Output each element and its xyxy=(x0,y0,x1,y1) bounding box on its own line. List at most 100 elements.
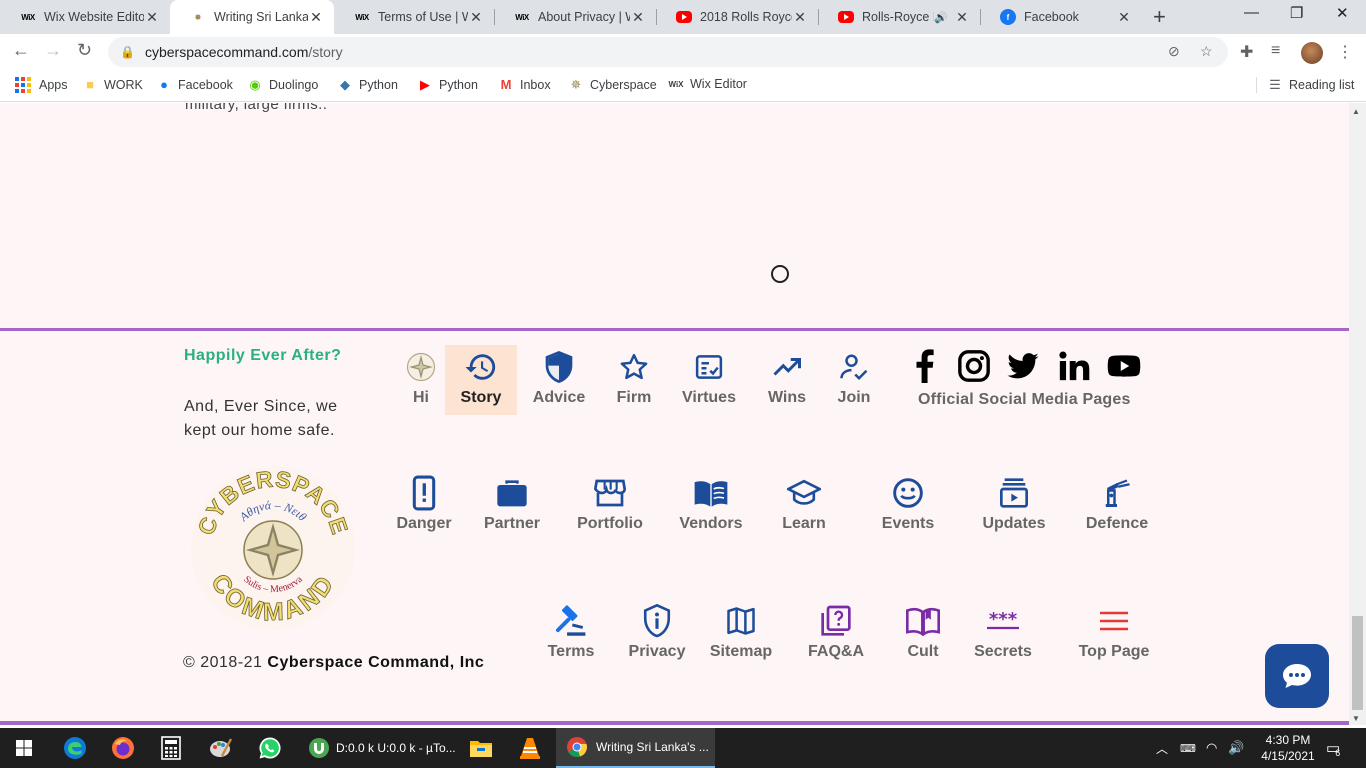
address-bar[interactable]: 🔒 cyberspacecommand.com/story xyxy=(108,37,1228,67)
tray-chevron-icon[interactable]: ︿ xyxy=(1156,728,1168,768)
input-method-icon[interactable]: ⌨ xyxy=(1180,728,1196,768)
menu-kebab-icon[interactable]: ⋮ xyxy=(1337,42,1353,62)
nav-defence[interactable]: Defence xyxy=(1082,475,1152,533)
minimize-icon[interactable]: — xyxy=(1244,4,1259,21)
nav-privacy[interactable]: Privacy xyxy=(625,603,689,661)
nav-join[interactable]: Join xyxy=(833,349,875,407)
bookmark-work[interactable]: ■ WORK xyxy=(82,77,143,92)
taskbar-whatsapp[interactable] xyxy=(246,728,294,768)
bookmark-facebook[interactable]: ● Facebook xyxy=(156,77,233,92)
file-explorer-icon xyxy=(470,741,492,757)
nav-faqa[interactable]: FAQ&A xyxy=(804,603,868,661)
nav-vendors[interactable]: Vendors xyxy=(676,475,746,533)
system-clock[interactable]: 4:30 PM 4/15/2021 xyxy=(1256,732,1320,764)
nav-virtues[interactable]: Virtues xyxy=(679,349,739,407)
scroll-down-icon[interactable]: ▼ xyxy=(1352,714,1360,723)
speaker-icon[interactable]: 🔊 xyxy=(934,11,948,24)
chat-bubble-icon xyxy=(1283,664,1311,688)
nav-story[interactable]: Story xyxy=(445,345,517,415)
close-icon[interactable]: ✕ xyxy=(144,9,160,26)
close-icon[interactable]: ✕ xyxy=(954,9,970,26)
bookmark-duolingo[interactable]: ◉ Duolingo xyxy=(247,77,318,93)
twitter-icon[interactable] xyxy=(1006,349,1040,388)
tab-terms-of-use[interactable]: WiX Terms of Use | Wix ✕ xyxy=(334,0,494,34)
tab-writing-sri-lanka[interactable]: ✵ Writing Sri Lanka's ✕ xyxy=(170,0,334,34)
taskbar-calculator[interactable] xyxy=(148,728,194,768)
story-line: And, Ever Since, we xyxy=(184,398,338,415)
bookmark-python-youtube[interactable]: ▶ Python xyxy=(417,77,478,93)
cyberspace-command-logo[interactable]: CYBERSPACE COMMAND Αθηνά – Νειθ Sulis – … xyxy=(190,465,356,631)
facebook-icon[interactable] xyxy=(911,349,937,388)
bookmark-inbox[interactable]: M Inbox xyxy=(498,77,551,92)
nav-danger[interactable]: Danger xyxy=(392,475,456,533)
close-icon[interactable]: ✕ xyxy=(630,9,646,26)
nav-learn[interactable]: Learn xyxy=(778,475,830,533)
nav-terms[interactable]: Terms xyxy=(545,603,597,661)
linkedin-icon[interactable] xyxy=(1057,349,1091,388)
reading-list-button[interactable]: ☰ Reading list xyxy=(1256,77,1354,93)
bookmark-star-icon[interactable]: ☆ xyxy=(1200,43,1213,60)
restore-icon[interactable]: ❐ xyxy=(1290,4,1303,22)
intro-text: military, large firms.. xyxy=(185,103,328,113)
taskbar-file-explorer[interactable] xyxy=(458,728,504,768)
scrollbar-thumb[interactable] xyxy=(1352,616,1363,710)
nav-cult[interactable]: Cult xyxy=(902,603,944,661)
close-icon[interactable]: ✕ xyxy=(308,9,324,26)
back-icon[interactable]: ← xyxy=(12,40,30,61)
eye-slash-icon[interactable]: ⊘ xyxy=(1168,43,1180,60)
nav-sitemap[interactable]: Sitemap xyxy=(706,603,776,661)
nav-hi[interactable]: Hi xyxy=(403,349,439,407)
nav-firm[interactable]: Firm xyxy=(612,349,656,407)
wifi-icon[interactable]: ◠ xyxy=(1206,728,1217,768)
url-text[interactable]: cyberspacecommand.com/story xyxy=(145,44,343,60)
chat-button[interactable] xyxy=(1265,644,1329,708)
social-media-label: Official Social Media Pages xyxy=(918,391,1131,408)
scroll-up-icon[interactable]: ▲ xyxy=(1352,107,1360,116)
bookmark-wix-editor[interactable]: WiX Wix Editor xyxy=(668,77,746,91)
extensions-icon[interactable]: ✚ xyxy=(1240,42,1253,62)
tab-wix-editor[interactable]: WiX Wix Website Editor ✕ xyxy=(0,0,170,34)
nav-updates[interactable]: Updates xyxy=(980,475,1048,533)
lock-icon[interactable]: 🔒 xyxy=(120,45,135,59)
window-close-icon[interactable]: ✕ xyxy=(1336,4,1349,22)
tab-facebook[interactable]: f Facebook ✕ xyxy=(980,0,1142,34)
reload-icon[interactable]: ↻ xyxy=(77,40,92,61)
notification-center[interactable]: ▭ 6 xyxy=(1326,728,1340,768)
taskbar-edge[interactable] xyxy=(52,728,98,768)
nav-portfolio[interactable]: Portfolio xyxy=(575,475,645,533)
bookmark-apps[interactable]: Apps xyxy=(15,77,68,93)
taskbar-utorrent[interactable]: D:0.0 k U:0.0 k - µTo... xyxy=(298,728,458,768)
media-queue-icon[interactable]: ≡ xyxy=(1271,42,1280,60)
nav-advice[interactable]: Advice xyxy=(530,349,588,407)
cyberspace-icon: ✵ xyxy=(570,77,582,92)
youtube-icon[interactable] xyxy=(1106,349,1142,388)
taskbar-paint[interactable] xyxy=(196,728,244,768)
nav-label: Portfolio xyxy=(577,515,643,532)
nav-label: Virtues xyxy=(682,389,736,406)
tab-rolls-royce-2018[interactable]: 2018 Rolls Royce P ✕ xyxy=(656,0,818,34)
avatar[interactable] xyxy=(1301,42,1323,64)
new-tab-button[interactable]: + xyxy=(1153,4,1166,30)
tab-rolls-royce-ph[interactable]: Rolls-Royce Ph 🔊 ✕ xyxy=(818,0,980,34)
briefcase-icon xyxy=(496,475,528,511)
cyberspace-icon: ✵ xyxy=(194,12,202,22)
nav-top-page[interactable]: Top Page xyxy=(1076,603,1152,661)
close-icon[interactable]: ✕ xyxy=(1116,9,1132,26)
taskbar-vlc[interactable] xyxy=(506,728,554,768)
bookmark-python[interactable]: ◆ Python xyxy=(337,77,398,93)
close-icon[interactable]: ✕ xyxy=(468,9,484,26)
forward-icon[interactable]: → xyxy=(44,40,62,61)
nav-wins[interactable]: Wins xyxy=(764,349,810,407)
nav-secrets[interactable]: *** Secrets xyxy=(971,603,1035,661)
close-icon[interactable]: ✕ xyxy=(792,9,808,26)
tab-about-privacy[interactable]: WiX About Privacy | Wix ✕ xyxy=(494,0,656,34)
bookmark-cyberspace[interactable]: ✵ Cyberspace xyxy=(568,77,657,93)
start-button[interactable] xyxy=(0,728,48,768)
taskbar-chrome[interactable]: Writing Sri Lanka's ... xyxy=(556,728,715,768)
instagram-icon[interactable] xyxy=(957,349,991,388)
python-icon: ◆ xyxy=(340,77,350,92)
volume-icon[interactable]: 🔊 xyxy=(1228,728,1244,768)
nav-partner[interactable]: Partner xyxy=(480,475,544,533)
nav-events[interactable]: Events xyxy=(878,475,938,533)
taskbar-firefox[interactable] xyxy=(100,728,146,768)
